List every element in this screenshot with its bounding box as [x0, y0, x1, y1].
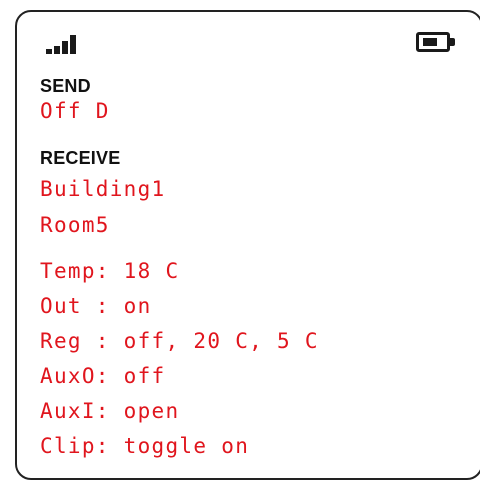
receive-label: RECEIVE [40, 148, 121, 168]
receive-line-auxi: AuxI: open [40, 399, 180, 423]
signal-strength-icon [46, 35, 84, 54]
receive-line-out: Out : on [40, 294, 152, 318]
receive-line-reg: Reg : off, 20 C, 5 C [40, 329, 319, 353]
receive-line-clip: Clip: toggle on [40, 434, 250, 458]
status-bar [17, 12, 480, 72]
device-display: SEND Off D RECEIVE Building1 Room5 Temp:… [15, 10, 480, 480]
send-label: SEND [40, 76, 91, 96]
send-line: Off D [40, 99, 110, 123]
receive-line-building: Building1 [40, 177, 166, 201]
receive-line-temp: Temp: 18 C [40, 259, 180, 283]
receive-line-room: Room5 [40, 213, 110, 237]
receive-line-auxo: AuxO: off [40, 364, 166, 388]
battery-icon [416, 32, 455, 52]
